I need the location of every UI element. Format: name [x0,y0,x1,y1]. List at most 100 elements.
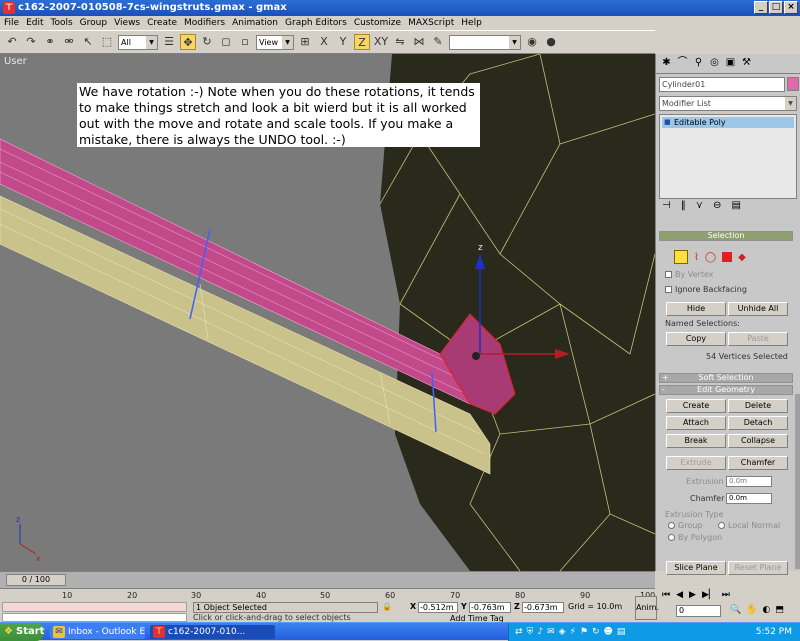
xy-constraint-icon[interactable]: XY [373,34,389,50]
by-vertex-checkbox[interactable]: By Vertex [665,270,713,279]
tray-power-icon[interactable]: ⚡ [570,627,576,637]
hide-button[interactable]: Hide [666,302,726,316]
pan-icon[interactable]: ✋ [746,605,757,615]
maximize-viewport-icon[interactable]: ⬒ [775,605,784,615]
slice-plane-button[interactable]: Slice Plane [666,561,726,575]
menu-modifiers[interactable]: Modifiers [184,16,225,30]
y-coord-field[interactable]: -0.763m [469,602,511,613]
maximize-button[interactable]: □ [769,1,783,14]
soft-selection-rollout-header[interactable]: + Soft Selection [659,373,793,383]
start-button[interactable]: Start [0,623,44,641]
tray-update-icon[interactable]: ↻ [592,627,600,637]
menu-graph-editors[interactable]: Graph Editors [285,16,347,30]
x-constraint-icon[interactable]: X [316,34,332,50]
material-editor-icon[interactable]: ◉ [524,34,540,50]
mirror-icon[interactable]: ⇋ [392,34,408,50]
scale-icon[interactable]: ◻ [218,34,234,50]
menu-customize[interactable]: Customize [354,16,401,30]
gmax-app-icon[interactable]: ⊤ [3,2,15,14]
edge-icon[interactable]: ⌇ [694,252,699,263]
pivot-center-icon[interactable]: ⊞ [297,34,313,50]
select-region-icon[interactable]: ⬚ [99,34,115,50]
reset-plane-button[interactable]: Reset Plane [728,561,788,575]
tray-shield-icon[interactable]: ⛨ [527,627,534,637]
play-icon[interactable]: ▶ [689,590,696,600]
viewport-label[interactable]: User [4,56,27,67]
break-button[interactable]: Break [666,434,726,448]
menu-file[interactable]: File [4,16,19,30]
tray-app-icon[interactable]: ◈ [559,627,566,637]
menu-create[interactable]: Create [147,16,177,30]
link-icon[interactable]: ⚭ [42,34,58,50]
anim-button[interactable]: Anim. [635,596,659,620]
named-selection-dropdown[interactable] [449,34,521,50]
x-coord-field[interactable]: -0.512m [418,602,458,613]
by-polygon-radio[interactable]: By Polygon [668,533,722,542]
current-frame-field[interactable]: 0 [676,605,721,617]
tray-folder-icon[interactable]: ▤ [617,627,626,637]
motion-tab-icon[interactable]: ◎ [708,56,721,70]
object-color-swatch[interactable] [787,77,799,91]
create-tab-icon[interactable]: ✱ [660,56,673,70]
stack-item-editable-poly[interactable]: Editable Poly [662,117,794,128]
chamfer-button[interactable]: Chamfer [728,456,788,470]
menu-views[interactable]: Views [114,16,140,30]
maxscript-listener-mini[interactable] [2,602,187,612]
create-button[interactable]: Create [666,399,726,413]
menu-group[interactable]: Group [80,16,107,30]
paste-button[interactable]: Paste [728,332,788,346]
redo-icon[interactable]: ↷ [23,34,39,50]
unhide-all-button[interactable]: Unhide All [728,302,788,316]
local-normal-radio[interactable]: Local Normal [718,521,780,530]
next-frame-icon[interactable]: ▶▏ [702,590,716,600]
show-end-result-icon[interactable]: ‖ [681,200,686,211]
reference-coord-dropdown[interactable]: View [256,34,294,50]
menu-animation[interactable]: Animation [232,16,278,30]
copy-button[interactable]: Copy [666,332,726,346]
lock-selection-icon[interactable]: 🔒 [382,602,392,611]
chamfer-spinner[interactable]: 0.0m [726,493,772,504]
menu-help[interactable]: Help [461,16,482,30]
selection-rollout-header[interactable]: Selection [659,231,793,241]
render-icon[interactable]: ● [543,34,559,50]
rotate-icon[interactable]: ↻ [199,34,215,50]
menu-maxscript[interactable]: MAXScript [408,16,454,30]
undo-icon[interactable]: ↶ [4,34,20,50]
go-to-start-icon[interactable]: ⏮ [662,590,670,600]
extrude-button[interactable]: Extrude [666,456,726,470]
task-gmax[interactable]: ⊤ c162-2007-010... [150,625,275,639]
tray-messenger-icon[interactable]: ☻ [603,627,612,637]
time-slider-thumb[interactable]: 0 / 100 [6,574,66,586]
selection-filter-dropdown[interactable]: All [118,34,158,50]
unlink-icon[interactable]: ⚮ [61,34,77,50]
delete-button[interactable]: Delete [728,399,788,413]
maxscript-input[interactable] [2,613,187,622]
display-tab-icon[interactable]: ▣ [724,56,737,70]
edit-geometry-rollout-header[interactable]: - Edit Geometry [659,385,793,395]
command-panel-scrollbar[interactable] [795,394,800,569]
zoom-icon[interactable]: 🔍 [730,605,741,615]
pin-stack-icon[interactable]: ⊣ [662,200,671,211]
orbit-icon[interactable]: ◐ [762,605,770,615]
z-coord-field[interactable]: -0.673m [522,602,564,613]
tray-network-icon[interactable]: ⇄ [515,627,523,637]
configure-sets-icon[interactable]: ▤ [731,200,740,211]
time-slider[interactable]: 0 / 100 [0,571,655,588]
tray-security-icon[interactable]: ⚑ [580,627,588,637]
move-icon[interactable]: ✥ [180,34,196,50]
modifier-list-dropdown[interactable]: Modifier List [659,96,797,111]
collapse-button[interactable]: Collapse [728,434,788,448]
y-constraint-icon[interactable]: Y [335,34,351,50]
vertex-icon[interactable] [674,250,688,264]
utilities-tab-icon[interactable]: ⚒ [740,56,753,70]
align-icon[interactable]: ⋈ [411,34,427,50]
scale-flyout-icon[interactable]: ▫ [237,34,253,50]
task-outlook[interactable]: ✉ Inbox - Outlook E... [50,625,145,639]
tray-mail-icon[interactable]: ✉ [547,627,555,637]
attach-button[interactable]: Attach [666,416,726,430]
border-icon[interactable]: ◯ [705,252,716,263]
hierarchy-tab-icon[interactable]: ⚲ [692,56,705,70]
element-icon[interactable]: ◆ [738,252,746,263]
tray-volume-icon[interactable]: ♪ [537,627,543,637]
group-radio[interactable]: Group [668,521,702,530]
